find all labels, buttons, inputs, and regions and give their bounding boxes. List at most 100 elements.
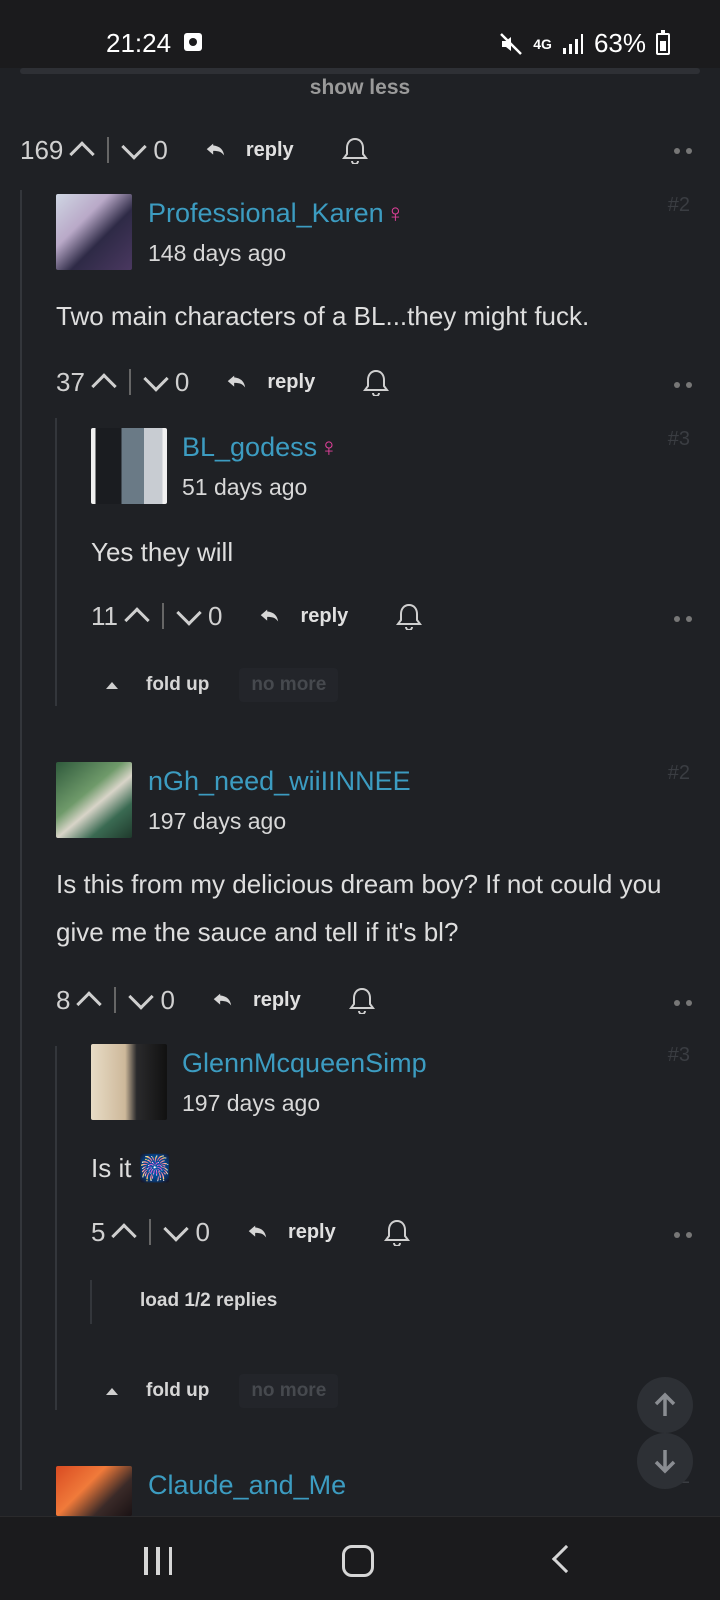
avatar[interactable]	[56, 194, 132, 270]
more-options-icon[interactable]	[674, 1232, 692, 1238]
upvote-icon[interactable]	[91, 373, 117, 399]
bell-icon[interactable]	[363, 368, 390, 396]
comment-text: Is this from my delicious dream boy? If …	[56, 869, 662, 947]
action-bar: 37 0 reply	[56, 362, 390, 402]
network-type: 4G	[533, 35, 552, 52]
fold-up-button[interactable]: fold up	[146, 1380, 209, 1402]
like-count: 169	[20, 134, 64, 165]
no-more-label: no more	[239, 668, 339, 702]
signal-icon	[562, 33, 583, 54]
more-options-icon[interactable]	[674, 616, 692, 622]
thread-line	[55, 418, 57, 706]
dislike-count: 0	[160, 984, 175, 1015]
bell-icon[interactable]	[383, 1218, 410, 1246]
arrow-down-icon	[654, 1450, 676, 1474]
reply-icon[interactable]	[204, 139, 226, 161]
reply-icon[interactable]	[246, 1221, 268, 1243]
downvote-icon[interactable]	[121, 134, 148, 160]
avatar[interactable]	[56, 762, 132, 838]
scroll-divider	[20, 68, 700, 74]
vote-separator	[107, 137, 110, 163]
dislike-count: 0	[208, 600, 223, 631]
upvote-icon[interactable]	[69, 141, 96, 167]
reply-button[interactable]: reply	[246, 139, 294, 162]
downvote-icon[interactable]	[128, 984, 155, 1010]
dislike-count: 0	[153, 134, 168, 165]
avatar[interactable]	[91, 1044, 167, 1120]
username[interactable]: GlennMcqueenSimp	[182, 1048, 427, 1079]
comment-text: Is it 🎆	[91, 1144, 171, 1192]
fireworks-emoji: 🎆	[138, 1153, 172, 1183]
comment-date: 197 days ago	[182, 1090, 321, 1116]
more-options-icon[interactable]	[674, 148, 692, 154]
floor-number: #2	[667, 194, 690, 216]
like-count: 5	[91, 1216, 106, 1247]
reply-button[interactable]: reply	[288, 1221, 336, 1244]
avatar[interactable]	[91, 428, 167, 504]
upvote-icon[interactable]	[124, 607, 150, 633]
vote-separator	[162, 603, 164, 629]
comment-date: 148 days ago	[148, 240, 287, 266]
username[interactable]: Professional_Karen♀	[148, 198, 405, 229]
thread-line	[90, 1280, 92, 1324]
username[interactable]: Claude_and_Me	[148, 1470, 346, 1501]
like-count: 37	[56, 366, 85, 397]
reply-icon[interactable]	[225, 371, 247, 393]
reply-icon[interactable]	[211, 989, 233, 1011]
vote-separator	[128, 369, 131, 395]
downvote-icon[interactable]	[143, 366, 169, 392]
upvote-icon[interactable]	[76, 991, 103, 1017]
like-count: 11	[91, 600, 118, 631]
fold-up-button[interactable]: fold up	[146, 674, 209, 696]
navigation-bar	[0, 1516, 720, 1600]
comment-date: 197 days ago	[148, 808, 287, 834]
fold-up-row: fold up no more	[106, 1374, 339, 1408]
like-count: 8	[56, 984, 71, 1015]
thread-line	[55, 1046, 57, 1410]
downvote-icon[interactable]	[163, 1216, 190, 1242]
battery-icon	[656, 29, 670, 55]
root-action-bar: 169 0 reply	[20, 130, 368, 170]
back-icon[interactable]	[551, 1544, 581, 1574]
dislike-count: 0	[195, 1216, 210, 1247]
vote-separator	[114, 987, 117, 1013]
screen-record-icon	[184, 33, 202, 51]
reply-button[interactable]: reply	[300, 605, 348, 628]
downvote-icon[interactable]	[176, 600, 202, 626]
fold-up-icon[interactable]	[106, 1387, 118, 1395]
comment-text: Yes they will	[91, 537, 234, 567]
scroll-down-button[interactable]	[637, 1433, 693, 1489]
show-less-button[interactable]: show less	[0, 76, 720, 100]
bell-icon[interactable]	[341, 136, 368, 164]
status-bar: 21:24 4G 63%	[0, 0, 720, 68]
mute-icon	[500, 32, 523, 55]
thread-line	[20, 190, 22, 1490]
female-icon: ♀	[385, 198, 406, 228]
action-bar: 8 0 reply	[56, 980, 375, 1020]
reply-button[interactable]: reply	[267, 371, 315, 394]
status-icons: 4G 63%	[499, 28, 670, 59]
reply-icon[interactable]	[258, 605, 280, 627]
scroll-up-button[interactable]	[637, 1377, 693, 1433]
fold-up-icon[interactable]	[106, 681, 118, 689]
floor-number: #3	[667, 428, 690, 450]
username[interactable]: nGh_need_wiiIINNEE	[148, 766, 411, 797]
upvote-icon[interactable]	[111, 1223, 138, 1249]
female-icon: ♀	[319, 432, 339, 462]
arrow-up-icon	[654, 1392, 676, 1416]
username[interactable]: BL_godess♀	[182, 432, 339, 463]
avatar[interactable]	[56, 1466, 132, 1516]
recent-apps-icon[interactable]	[144, 1547, 172, 1575]
bell-icon[interactable]	[396, 602, 423, 630]
more-options-icon[interactable]	[674, 1000, 692, 1006]
floor-number: #2	[667, 762, 690, 784]
comment-text-body: Is it	[91, 1153, 132, 1183]
home-icon[interactable]	[342, 1545, 374, 1577]
bell-icon[interactable]	[348, 986, 375, 1014]
more-options-icon[interactable]	[674, 382, 692, 388]
comment-text: Two main characters of a BL...they might…	[56, 301, 590, 331]
load-replies-button[interactable]: load 1/2 replies	[140, 1290, 277, 1312]
comment-date: 51 days ago	[182, 474, 308, 500]
reply-button[interactable]: reply	[253, 989, 301, 1012]
action-bar: 5 0 reply	[91, 1212, 410, 1252]
